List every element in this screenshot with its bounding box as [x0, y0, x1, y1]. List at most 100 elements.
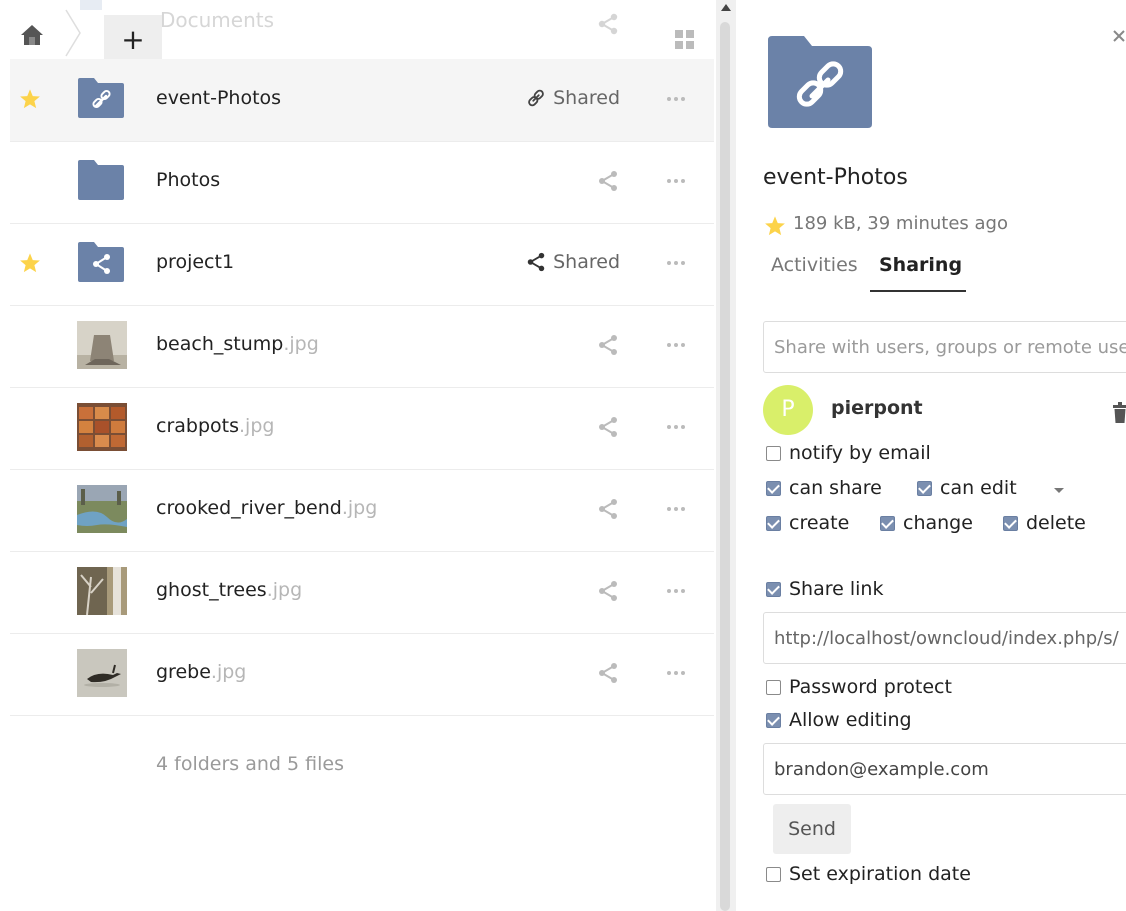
- file-row-crooked-river-bend[interactable]: crooked_river_bend.jpg: [10, 469, 714, 552]
- controls-bar: Documents +: [0, 0, 716, 68]
- tab-activities[interactable]: Activities: [771, 254, 858, 276]
- notify-by-email-checkbox[interactable]: notify by email: [766, 442, 931, 464]
- more-icon[interactable]: [665, 499, 687, 519]
- share-icon[interactable]: [596, 333, 620, 357]
- share-link-url-field[interactable]: [763, 612, 1126, 664]
- shared-button[interactable]: Shared: [525, 251, 620, 273]
- more-icon[interactable]: [665, 663, 687, 683]
- image-thumbnail: [77, 567, 127, 615]
- folder-link-icon: [78, 78, 124, 118]
- file-row-project1[interactable]: project1 Shared: [10, 223, 714, 306]
- more-icon[interactable]: [665, 581, 687, 601]
- more-icon[interactable]: [665, 89, 687, 109]
- file-row-grebe[interactable]: grebe.jpg: [10, 633, 714, 716]
- create-checkbox[interactable]: create: [766, 512, 849, 534]
- file-row-beach-stump[interactable]: beach_stump.jpg: [10, 305, 714, 388]
- star-icon[interactable]: [19, 88, 41, 110]
- folder-shared-icon: [78, 242, 124, 282]
- share-icon: [596, 12, 620, 36]
- checkbox-box[interactable]: [766, 866, 781, 882]
- checkbox-label: delete: [1026, 512, 1086, 534]
- file-list: Documents + event-Photos Shared Photos p…: [0, 0, 716, 911]
- share-icon[interactable]: [596, 415, 620, 439]
- checkbox-label: Share link: [789, 578, 884, 600]
- checkbox-box[interactable]: [917, 480, 932, 496]
- delete-checkbox[interactable]: delete: [1003, 512, 1086, 534]
- file-name[interactable]: beach_stump.jpg: [156, 333, 319, 355]
- file-name[interactable]: project1: [156, 251, 234, 273]
- file-row-photos[interactable]: Photos: [10, 141, 714, 224]
- checkbox-label: Allow editing: [789, 709, 912, 731]
- scroll-up-arrow-icon[interactable]: [720, 3, 732, 12]
- home-icon[interactable]: [20, 24, 44, 46]
- password-protect-checkbox[interactable]: Password protect: [766, 676, 952, 698]
- image-thumbnail: [77, 321, 127, 369]
- trash-icon[interactable]: [1113, 402, 1126, 424]
- scrollbar-thumb[interactable]: [720, 22, 730, 911]
- checkbox-label: change: [903, 512, 973, 534]
- file-name[interactable]: event-Photos: [156, 87, 281, 109]
- checkbox-label: Password protect: [789, 676, 952, 698]
- checkbox-box[interactable]: [766, 515, 781, 531]
- change-checkbox[interactable]: change: [880, 512, 973, 534]
- folder-icon: [78, 160, 124, 200]
- image-thumbnail: [77, 403, 127, 451]
- active-tab-indicator: [870, 290, 966, 292]
- can-share-checkbox[interactable]: can share: [766, 477, 882, 499]
- checkbox-box[interactable]: [766, 679, 781, 695]
- link-icon: [528, 89, 544, 107]
- more-icon[interactable]: [665, 417, 687, 437]
- scrollbar[interactable]: [716, 0, 736, 911]
- breadcrumb-current[interactable]: Documents: [160, 8, 274, 32]
- share-icon[interactable]: [596, 579, 620, 603]
- file-name[interactable]: ghost_trees.jpg: [156, 579, 302, 601]
- allow-editing-checkbox[interactable]: Allow editing: [766, 709, 912, 731]
- more-icon[interactable]: [665, 171, 687, 191]
- star-icon[interactable]: [19, 252, 41, 274]
- file-name[interactable]: crooked_river_bend.jpg: [156, 497, 377, 519]
- image-thumbnail: [77, 485, 127, 533]
- share-with-input[interactable]: [763, 321, 1126, 373]
- share-icon[interactable]: [596, 497, 620, 521]
- shared-link-button[interactable]: Shared: [525, 87, 620, 109]
- checkbox-box[interactable]: [766, 480, 781, 496]
- file-name[interactable]: Photos: [156, 169, 220, 191]
- set-expiration-date-checkbox[interactable]: Set expiration date: [766, 863, 971, 885]
- breadcrumb-separator: [64, 8, 84, 58]
- file-row-crabpots[interactable]: crabpots.jpg: [10, 387, 714, 470]
- can-edit-checkbox[interactable]: can edit: [917, 477, 1017, 499]
- checkbox-box[interactable]: [766, 445, 781, 461]
- share-icon: [527, 252, 545, 272]
- share-icon[interactable]: [596, 661, 620, 685]
- close-icon[interactable]: [1111, 28, 1126, 44]
- new-button[interactable]: +: [104, 15, 162, 63]
- share-link-checkbox[interactable]: Share link: [766, 578, 883, 600]
- star-icon[interactable]: [764, 215, 786, 237]
- file-name[interactable]: crabpots.jpg: [156, 415, 274, 437]
- checkbox-box[interactable]: [766, 581, 781, 597]
- more-icon[interactable]: [665, 253, 687, 273]
- tab-sharing[interactable]: Sharing: [879, 254, 962, 276]
- checkbox-box[interactable]: [880, 515, 895, 531]
- checkbox-label: can edit: [940, 477, 1017, 499]
- share-icon[interactable]: [596, 169, 620, 193]
- checkbox-box[interactable]: [1003, 515, 1018, 531]
- caret-down-icon[interactable]: [1053, 487, 1065, 495]
- view-toggle-icon[interactable]: [674, 29, 696, 51]
- file-row-event-photos[interactable]: event-Photos Shared: [10, 59, 714, 142]
- send-button[interactable]: Send: [773, 804, 851, 854]
- breadcrumb-folder-icon: [80, 0, 102, 10]
- details-meta: 189 kB, 39 minutes ago: [793, 213, 1008, 234]
- details-sidebar: event-Photos 189 kB, 39 minutes ago Acti…: [737, 0, 1126, 911]
- avatar: P: [763, 385, 813, 435]
- more-icon[interactable]: [665, 335, 687, 355]
- email-field[interactable]: [763, 743, 1126, 795]
- checkbox-box[interactable]: [766, 712, 781, 728]
- file-name[interactable]: grebe.jpg: [156, 661, 246, 683]
- checkbox-label: Set expiration date: [789, 863, 971, 885]
- file-summary: 4 folders and 5 files: [156, 753, 344, 775]
- file-row-ghost-trees[interactable]: ghost_trees.jpg: [10, 551, 714, 634]
- checkbox-label: notify by email: [789, 442, 931, 464]
- details-title: event-Photos: [763, 165, 908, 190]
- image-thumbnail: [77, 649, 127, 697]
